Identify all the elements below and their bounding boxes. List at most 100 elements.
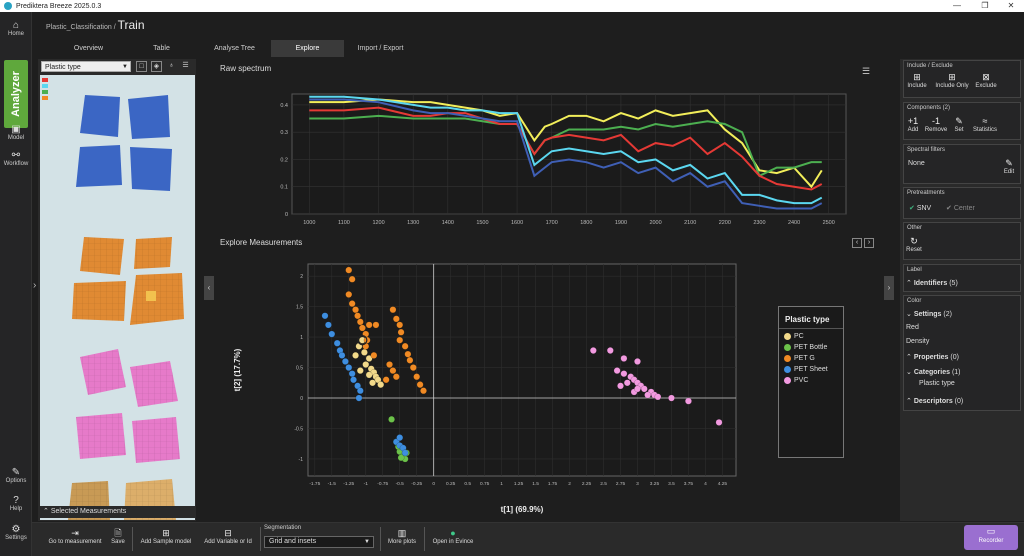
scatter-point: [356, 387, 364, 395]
collapse-left-panel-icon[interactable]: ‹: [204, 276, 214, 300]
scatter-point: [348, 370, 356, 378]
workflow-icon: ⚯: [11, 150, 21, 161]
scatter-point: [345, 266, 353, 274]
tab-import-export[interactable]: Import / Export: [344, 40, 417, 57]
chevron-right-icon[interactable]: ›: [864, 238, 874, 248]
score-scatter-plot[interactable]: -1.75 -1.5 -1.25 -1 -0.75 -0.5 -0.25 0 0.25 0.5 0.…: [226, 256, 786, 526]
add-sample-model-button[interactable]: ⊞ Add Sample model: [136, 527, 196, 545]
recorder-button[interactable]: ▭ Recorder: [964, 525, 1018, 550]
rail-options[interactable]: ✎ Options: [0, 467, 32, 484]
include-only-label: Include Only: [935, 83, 969, 89]
scatter-x-tick-label: 3: [636, 481, 639, 487]
legend-item[interactable]: PET G: [784, 355, 843, 362]
category-plastic-type[interactable]: Plastic type: [916, 380, 1000, 387]
color-properties-count: (0): [950, 354, 959, 361]
center-toggle[interactable]: ✔ Center: [946, 204, 975, 212]
scatter-x-tick-label: -0.5: [396, 481, 405, 487]
pretreatments-section: Pretreatments: [903, 187, 1021, 219]
include-button[interactable]: ⊞ Include: [905, 72, 929, 89]
remove-component-button[interactable]: -1 Remove: [923, 116, 949, 133]
edit-filters-label: Edit: [1003, 169, 1015, 175]
exclude-button[interactable]: ⊠ Exclude: [973, 72, 999, 89]
reset-label: Reset: [906, 247, 922, 253]
segmentation-select[interactable]: Grid and insets ▼: [264, 536, 374, 548]
set-component-button[interactable]: ✎ Set: [950, 116, 968, 133]
legend-item[interactable]: PC: [784, 333, 843, 340]
scatter-point: [401, 342, 409, 350]
scatter-point: [685, 397, 692, 405]
identifiers-node[interactable]: ⌃ Identifiers (5): [906, 279, 958, 287]
open-in-evince-button[interactable]: ● Open in Evince: [428, 527, 478, 545]
rail-workflow[interactable]: ⚯ Workflow: [0, 150, 32, 167]
scatter-x-tick-label: -1.5: [328, 481, 337, 487]
scatter-point: [416, 381, 424, 389]
add-component-button[interactable]: +1 Add: [903, 116, 923, 133]
legend-item[interactable]: PET Sheet: [784, 366, 843, 373]
square-view-icon[interactable]: □: [136, 61, 147, 72]
tab-table[interactable]: Table: [125, 40, 198, 57]
tab-overview[interactable]: Overview: [52, 40, 125, 57]
snv-toggle[interactable]: ✔ SNV: [909, 204, 931, 212]
chevron-left-icon[interactable]: ‹: [852, 238, 862, 248]
layers-icon[interactable]: ◈: [151, 61, 162, 72]
collapse-right-panel-icon[interactable]: ›: [884, 276, 894, 300]
expand-rail-icon[interactable]: ›: [33, 280, 36, 291]
sample-image[interactable]: [40, 75, 195, 520]
scatter-point: [370, 351, 378, 359]
legend-item[interactable]: PET Bottle: [784, 344, 843, 351]
more-plots-button[interactable]: ▥ More plots: [384, 527, 420, 545]
scatter-x-tick-label: 0.75: [480, 481, 490, 487]
rail-analyzer-label: Analyzer: [10, 71, 22, 117]
scatter-point: [623, 379, 631, 387]
color-by-select[interactable]: Plastic type ▼: [41, 61, 131, 72]
go-to-measurement-button[interactable]: ⇥ Go to measurement: [44, 527, 106, 545]
rail-model-label: Model: [7, 135, 25, 141]
include-only-button[interactable]: ⊞ Include Only: [932, 72, 972, 89]
spectrum-chart[interactable]: 1000 1100 1200 1300 1400 1500 1600 1700 1800 1900…: [262, 88, 862, 228]
scatter-x-tick-label: -0.75: [377, 481, 388, 487]
legend: Plastic type PC PET Bottle PET G PET Sheet P…: [778, 306, 844, 458]
gear-icon: ⚙: [11, 524, 21, 535]
add-component-icon: +1: [907, 116, 919, 126]
statistics-button[interactable]: ≈ Statistics: [968, 116, 1002, 133]
scatter-point: [715, 418, 723, 426]
scatter-point: [377, 381, 385, 389]
drop-icon[interactable]: ♁: [166, 61, 177, 72]
tab-explore[interactable]: Explore: [271, 40, 344, 57]
color-properties-node[interactable]: ⌃ Properties (0): [906, 353, 959, 361]
breadcrumb-project[interactable]: Plastic_Classification /: [46, 24, 116, 31]
center-label: Center: [953, 205, 975, 212]
color-settings-node[interactable]: ⌄ Settings (2): [906, 310, 952, 318]
list-icon[interactable]: ☰: [862, 66, 870, 77]
rail-home[interactable]: ⌂ Home: [0, 20, 32, 37]
statistics-label: Statistics: [972, 127, 997, 133]
reset-button[interactable]: ↻ Reset: [904, 236, 924, 253]
remove-component-label: Remove: [924, 127, 948, 133]
color-descriptors-label: Descriptors: [913, 398, 953, 405]
color-setting-red[interactable]: Red: [906, 324, 919, 331]
include-icon: ⊞: [913, 72, 921, 82]
selected-measurements-bar[interactable]: ⌃ Selected Measurements: [38, 506, 196, 518]
scatter-point: [352, 306, 359, 314]
rail-analyzer[interactable]: Analyzer: [4, 60, 28, 128]
scatter-x-tick-label: 1.25: [514, 481, 524, 487]
maximize-button[interactable]: ❐: [972, 0, 998, 12]
legend-item[interactable]: PVC: [784, 377, 843, 384]
rail-help[interactable]: ? Help: [0, 495, 32, 512]
close-button[interactable]: ✕: [998, 0, 1024, 12]
scatter-point: [396, 321, 404, 329]
include-only-icon: ⊞: [948, 72, 956, 82]
save-button[interactable]: 🗎 Save: [108, 527, 128, 545]
spectrum-x-tick-label: 1400: [442, 220, 454, 226]
rail-model[interactable]: ▣ Model: [0, 124, 32, 141]
scatter-x-tick-label: 1.75: [548, 481, 558, 487]
minimize-button[interactable]: —: [944, 0, 970, 12]
color-setting-density[interactable]: Density: [906, 338, 929, 345]
rail-settings[interactable]: ⚙ Settings: [0, 524, 32, 541]
tab-analyse-tree[interactable]: Analyse Tree: [198, 40, 271, 57]
color-categories-node[interactable]: ⌄ Categories (1): [906, 368, 961, 376]
edit-filters-button[interactable]: ✎ Edit: [1000, 158, 1018, 175]
add-variable-button[interactable]: ⊟ Add Variable or Id: [198, 527, 258, 545]
list-icon[interactable]: ☰: [180, 61, 191, 72]
color-descriptors-node[interactable]: ⌃ Descriptors (0): [906, 397, 963, 405]
